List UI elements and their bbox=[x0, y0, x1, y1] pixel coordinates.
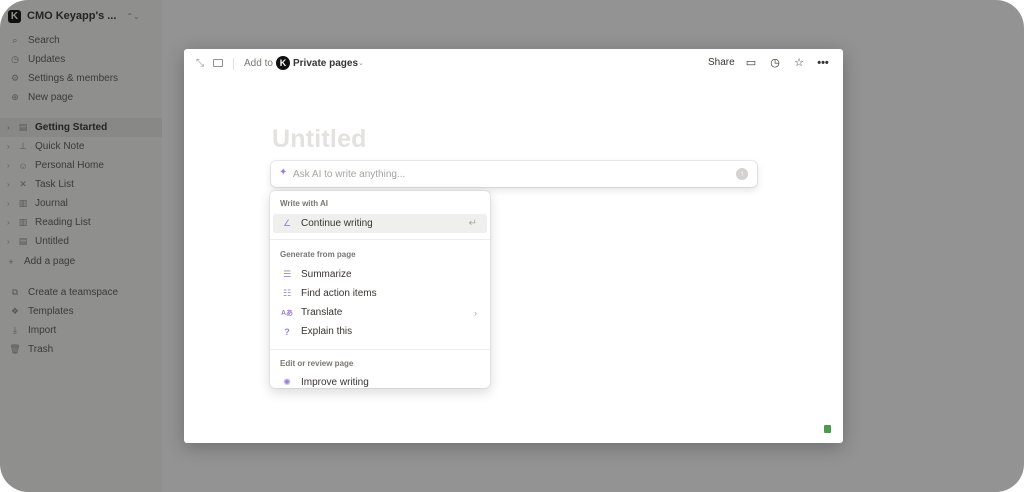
section-heading: Generate from page bbox=[280, 250, 356, 259]
status-indicator bbox=[824, 425, 831, 433]
summarize-icon: ☰ bbox=[282, 269, 292, 279]
return-key-icon: ↵ bbox=[468, 218, 477, 229]
question-icon: ? bbox=[284, 326, 290, 337]
menu-item-label: Translate bbox=[301, 307, 343, 318]
menu-item-label: Summarize bbox=[301, 269, 352, 280]
peek-mode-icon[interactable] bbox=[213, 59, 223, 67]
expand-icon[interactable]: ⤡ bbox=[196, 58, 204, 69]
checklist-icon: ☷ bbox=[282, 288, 292, 298]
pen-icon: ∠ bbox=[282, 218, 292, 228]
menu-item-find-action-items[interactable]: ☷ Find action items bbox=[273, 284, 487, 303]
menu-item-summarize[interactable]: ☰ Summarize bbox=[273, 265, 487, 284]
translate-icon: Aあ bbox=[280, 309, 294, 317]
avatar: K bbox=[276, 56, 290, 70]
add-to-label: Add to bbox=[244, 58, 273, 69]
menu-item-label: Find action items bbox=[301, 288, 377, 299]
divider bbox=[233, 58, 234, 70]
menu-item-continue-writing[interactable]: ∠ Continue writing ↵ bbox=[273, 214, 487, 233]
page-peek-modal: ⤡ Add to K Private pages ⌄ Share ▭ ◷ ☆ •… bbox=[184, 49, 843, 443]
comment-icon[interactable]: ▭ bbox=[744, 56, 758, 70]
chevron-down-icon[interactable]: ⌄ bbox=[358, 59, 364, 67]
section-heading: Edit or review page bbox=[280, 359, 354, 368]
page-title[interactable]: Untitled bbox=[272, 125, 367, 154]
divider bbox=[270, 349, 490, 350]
menu-item-explain-this[interactable]: ? Explain this bbox=[273, 322, 487, 341]
section-heading: Write with AI bbox=[280, 199, 328, 208]
menu-item-label: Improve writing bbox=[301, 377, 369, 388]
more-icon[interactable]: ••• bbox=[816, 56, 830, 70]
menu-item-label: Explain this bbox=[301, 326, 353, 337]
ai-prompt-input[interactable] bbox=[293, 166, 713, 182]
menu-item-improve-writing[interactable]: ✺ Improve writing bbox=[273, 373, 487, 388]
divider bbox=[270, 239, 490, 240]
history-icon[interactable]: ◷ bbox=[768, 56, 782, 70]
ai-prompt-bar[interactable]: ✦ ↑ bbox=[271, 161, 757, 187]
menu-item-translate[interactable]: Aあ Translate › bbox=[273, 303, 487, 322]
location-selector[interactable]: Private pages bbox=[293, 58, 358, 69]
ai-command-menu: Write with AI ∠ Continue writing ↵ Gener… bbox=[270, 191, 490, 388]
star-icon[interactable]: ☆ bbox=[792, 56, 806, 70]
modal-topbar: ⤡ Add to K Private pages ⌄ Share ▭ ◷ ☆ •… bbox=[184, 49, 843, 79]
send-icon[interactable]: ↑ bbox=[736, 168, 748, 180]
menu-item-label: Continue writing bbox=[301, 218, 373, 229]
chevron-right-icon: › bbox=[474, 307, 477, 318]
magic-icon: ✺ bbox=[283, 377, 291, 387]
share-button[interactable]: Share bbox=[708, 57, 735, 68]
sparkle-icon: ✦ bbox=[279, 167, 288, 178]
app-window: K CMO Keyapp's ... ⌃⌄ ⌕ Search ◷ Updates… bbox=[0, 0, 1024, 492]
